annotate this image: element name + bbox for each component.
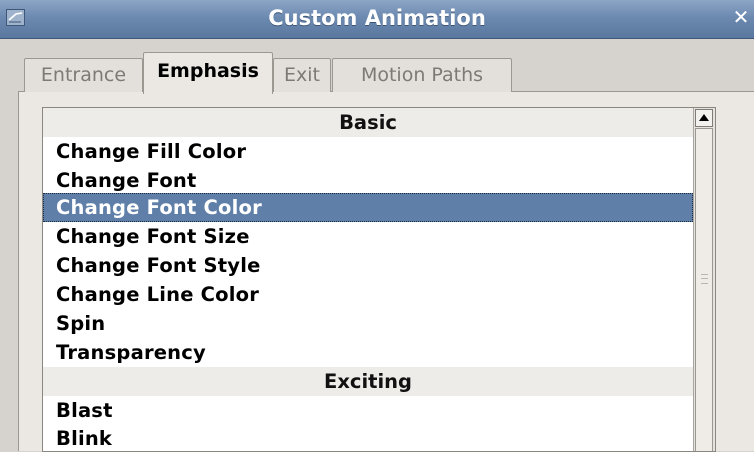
list-item[interactable]: Blast: [43, 396, 693, 425]
list-item-selected[interactable]: Change Font Color: [43, 193, 693, 222]
list-item[interactable]: Blink: [43, 424, 693, 451]
vertical-scrollbar[interactable]: [693, 108, 715, 451]
tab-motion-paths[interactable]: Motion Paths: [332, 58, 512, 92]
tab-entrance[interactable]: Entrance: [24, 58, 143, 92]
list-item[interactable]: Change Fill Color: [43, 137, 693, 166]
window-title: Custom Animation: [268, 6, 486, 30]
list-item[interactable]: Transparency: [43, 338, 693, 367]
category-header-basic: Basic: [43, 108, 693, 137]
list-item[interactable]: Change Font Size: [43, 222, 693, 251]
close-icon[interactable]: ✕: [728, 1, 754, 34]
effects-list[interactable]: Basic Change Fill Color Change Font Chan…: [42, 107, 716, 452]
tab-emphasis[interactable]: Emphasis: [143, 52, 273, 94]
title-bar[interactable]: Custom Animation ✕: [0, 0, 754, 39]
list-item[interactable]: Spin: [43, 309, 693, 338]
scroll-up-arrow-icon[interactable]: [695, 109, 713, 127]
category-header-exciting: Exciting: [43, 367, 693, 396]
list-item[interactable]: Change Font Style: [43, 251, 693, 280]
list-item[interactable]: Change Line Color: [43, 280, 693, 309]
tab-exit[interactable]: Exit: [273, 58, 331, 92]
scroll-thumb[interactable]: [695, 128, 713, 451]
grip-icon: [701, 274, 708, 284]
list-item[interactable]: Change Font: [43, 166, 693, 195]
